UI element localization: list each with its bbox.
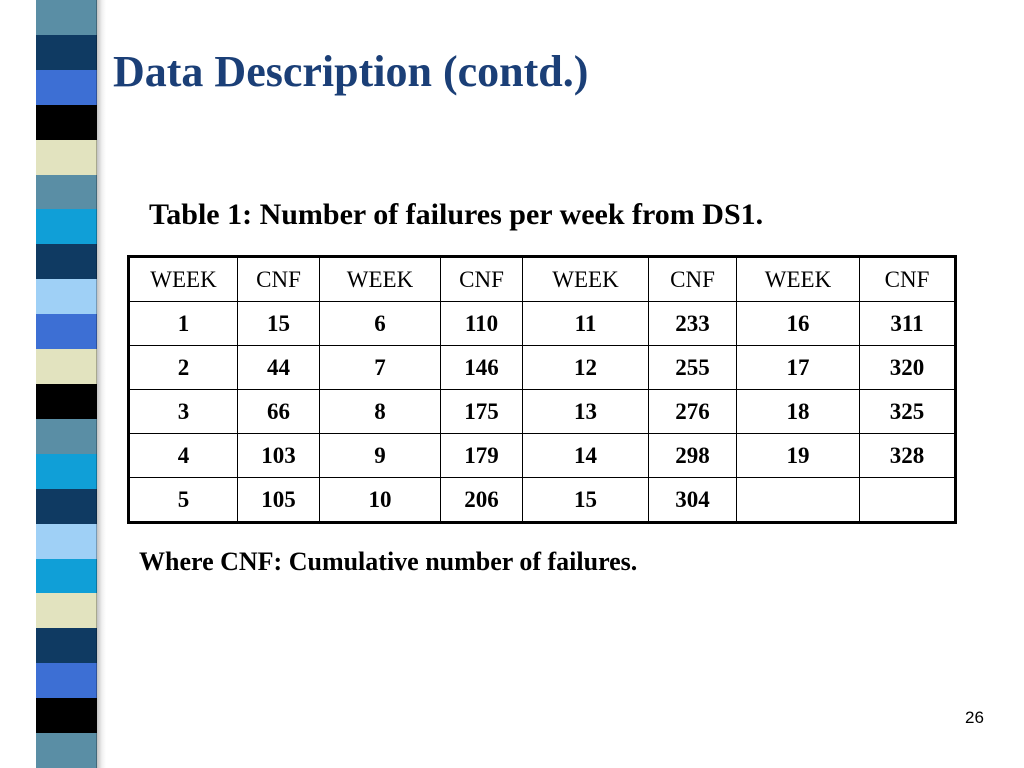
table-row: 1 15 6 110 11 233 16 311	[128, 301, 956, 346]
strip-segment	[36, 349, 97, 384]
decorative-strip	[36, 0, 97, 768]
table-cell: 6	[319, 301, 441, 346]
table-cell: 105	[237, 477, 320, 523]
strip-segment	[36, 140, 97, 175]
table-cell	[859, 477, 956, 523]
strip-segment	[36, 175, 97, 209]
table-cell: 175	[440, 389, 523, 434]
table-cell: 206	[440, 477, 523, 523]
table-cell: 8	[319, 389, 441, 434]
table-cell: 328	[859, 433, 956, 478]
slide: Data Description (contd.) Table 1: Numbe…	[0, 0, 1024, 768]
table-cell: 10	[319, 477, 441, 523]
header-cell: CNF	[648, 256, 737, 302]
table-cell: 2	[128, 345, 238, 390]
header-cell: WEEK	[319, 256, 441, 302]
slide-title: Data Description (contd.)	[113, 47, 589, 96]
strip-segment	[36, 209, 97, 244]
header-cell: WEEK	[736, 256, 860, 302]
table-cell: 255	[648, 345, 737, 390]
table-row: 3 66 8 175 13 276 18 325	[128, 389, 956, 434]
page-number: 26	[965, 708, 984, 727]
table-cell: 15	[522, 477, 649, 523]
footnote: Where CNF: Cumulative number of failures…	[139, 547, 638, 576]
table-cell: 5	[128, 477, 238, 523]
header-cell: CNF	[237, 256, 320, 302]
table-cell: 13	[522, 389, 649, 434]
table-cell: 311	[859, 301, 956, 346]
strip-segment	[36, 279, 97, 314]
header-cell: WEEK	[522, 256, 649, 302]
strip-segment	[36, 489, 97, 524]
header-cell: CNF	[859, 256, 956, 302]
table-cell: 15	[237, 301, 320, 346]
strip-segment	[36, 733, 97, 768]
strip-segment	[36, 314, 97, 349]
strip-segment	[36, 663, 97, 698]
strip-segment	[36, 244, 97, 279]
strip-segment	[36, 454, 97, 489]
table-cell: 4	[128, 433, 238, 478]
table-cell: 146	[440, 345, 523, 390]
table-cell: 14	[522, 433, 649, 478]
strip-segment	[36, 35, 97, 70]
table-cell: 66	[237, 389, 320, 434]
strip-segment	[36, 524, 97, 559]
strip-segment	[36, 384, 97, 419]
strip-segment	[36, 628, 97, 663]
table-cell: 304	[648, 477, 737, 523]
table-cell: 11	[522, 301, 649, 346]
table-cell: 16	[736, 301, 860, 346]
table-cell: 3	[128, 389, 238, 434]
strip-segment	[36, 105, 97, 140]
strip-segment	[36, 70, 97, 105]
table-cell: 19	[736, 433, 860, 478]
table-cell: 1	[128, 301, 238, 346]
table-cell: 276	[648, 389, 737, 434]
table-cell: 9	[319, 433, 441, 478]
strip-segment	[36, 0, 97, 35]
strip-segment	[36, 559, 97, 593]
header-cell: WEEK	[128, 256, 238, 302]
strip-segment	[36, 419, 97, 454]
strip-shadow	[96, 0, 106, 768]
table-cell: 298	[648, 433, 737, 478]
table-header-row: WEEK CNF WEEK CNF WEEK CNF WEEK CNF	[128, 256, 956, 302]
table-cell: 44	[237, 345, 320, 390]
table-cell: 18	[736, 389, 860, 434]
table-cell: 179	[440, 433, 523, 478]
table-row: 2 44 7 146 12 255 17 320	[128, 345, 956, 390]
table-caption: Table 1: Number of failures per week fro…	[149, 198, 764, 231]
table-cell: 17	[736, 345, 860, 390]
table-cell: 325	[859, 389, 956, 434]
strip-segment	[36, 698, 97, 733]
table-cell: 110	[440, 301, 523, 346]
table-cell: 12	[522, 345, 649, 390]
table-cell: 7	[319, 345, 441, 390]
table-cell: 233	[648, 301, 737, 346]
table-cell	[736, 477, 860, 523]
header-cell: CNF	[440, 256, 523, 302]
table-cell: 320	[859, 345, 956, 390]
table-row: 4 103 9 179 14 298 19 328	[128, 433, 956, 478]
table-row: 5 105 10 206 15 304	[128, 477, 956, 523]
strip-segment	[36, 593, 97, 628]
failures-table: WEEK CNF WEEK CNF WEEK CNF WEEK CNF 1 15…	[127, 255, 957, 524]
table-cell: 103	[237, 433, 320, 478]
